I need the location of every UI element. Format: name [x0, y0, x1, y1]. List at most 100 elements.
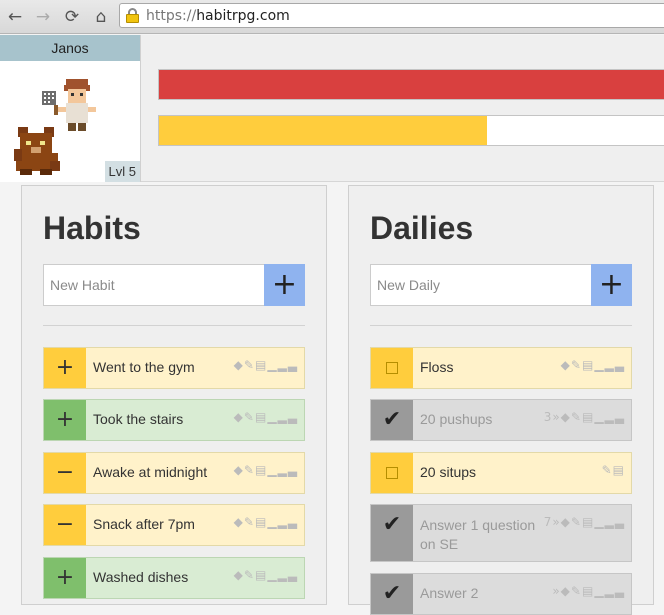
- task-actions: ◆✎▤▁▂▃: [234, 463, 298, 477]
- habit-label: Took the stairs: [93, 411, 184, 427]
- tag-icon[interactable]: ◆: [234, 410, 244, 424]
- task-actions: ✎▤: [602, 463, 625, 477]
- pencil-icon[interactable]: ✎: [244, 410, 255, 424]
- trash-icon[interactable]: ▤: [613, 463, 625, 477]
- url-text: https://habitrpg.com: [146, 8, 290, 24]
- habits-column: Habits + +Went to the gym◆✎▤▁▂▃+Took the…: [21, 185, 327, 605]
- bar-chart-icon[interactable]: ▁▂▃: [267, 515, 298, 529]
- daily-row[interactable]: 20 situps ✎▤: [370, 452, 632, 494]
- trash-icon[interactable]: ▤: [255, 515, 267, 529]
- tag-icon[interactable]: ◆: [234, 515, 244, 529]
- bar-chart-icon[interactable]: ▁▂▃: [267, 568, 298, 582]
- tag-icon[interactable]: ◆: [234, 568, 244, 582]
- avatar: [14, 79, 96, 175]
- username: Janos: [0, 35, 140, 61]
- bar-chart-icon[interactable]: ▁▂▃: [594, 410, 625, 424]
- habit-label: Awake at midnight: [93, 464, 208, 480]
- habit-up-button[interactable]: +: [44, 400, 86, 440]
- health-bar: [158, 69, 664, 100]
- pencil-icon[interactable]: ✎: [244, 463, 255, 477]
- bar-chart-icon[interactable]: ▁▂▃: [594, 515, 625, 529]
- add-daily-button[interactable]: +: [591, 264, 632, 306]
- net-icon: [42, 91, 58, 115]
- divider: [43, 325, 305, 326]
- daily-checked-box[interactable]: ✔: [371, 400, 413, 440]
- pencil-icon[interactable]: ✎: [244, 515, 255, 529]
- bar-chart-icon[interactable]: ▁▂▃: [267, 358, 298, 372]
- habit-row[interactable]: − Snack after 7pm ◆✎▤▁▂▃: [43, 504, 305, 546]
- trash-icon[interactable]: ▤: [255, 463, 267, 477]
- home-icon[interactable]: ⌂: [91, 7, 111, 27]
- back-arrow-icon[interactable]: ←: [5, 7, 25, 27]
- trash-icon[interactable]: ▤: [582, 584, 594, 598]
- fast-forward-icon[interactable]: »: [552, 410, 560, 424]
- daily-checkbox[interactable]: [371, 453, 413, 493]
- habit-row[interactable]: + Took the stairs ◆✎▤▁▂▃: [43, 399, 305, 441]
- habit-down-button[interactable]: −: [44, 505, 86, 545]
- pencil-icon[interactable]: ✎: [571, 584, 582, 598]
- bar-chart-icon[interactable]: ▁▂▃: [594, 358, 625, 372]
- trash-icon[interactable]: ▤: [255, 568, 267, 582]
- tag-icon[interactable]: ◆: [234, 358, 244, 372]
- daily-row[interactable]: ✔ Answer 1 question on SE 7»◆✎▤▁▂▃: [370, 504, 632, 562]
- bar-chart-icon[interactable]: ▁▂▃: [594, 584, 625, 598]
- tag-icon[interactable]: ◆: [234, 463, 244, 477]
- reload-icon[interactable]: ⟳: [62, 7, 82, 27]
- daily-row[interactable]: ✔ 20 pushups 3»◆✎▤▁▂▃: [370, 399, 632, 441]
- checkbox-icon: [386, 467, 398, 479]
- trash-icon[interactable]: ▤: [582, 515, 594, 529]
- dailies-title: Dailies: [370, 210, 474, 246]
- new-daily-row: +: [370, 264, 632, 306]
- trash-icon[interactable]: ▤: [255, 410, 267, 424]
- bar-chart-icon[interactable]: ▁▂▃: [267, 410, 298, 424]
- address-bar[interactable]: https://habitrpg.com: [119, 3, 664, 28]
- experience-bar: [158, 115, 664, 146]
- add-habit-button[interactable]: +: [264, 264, 305, 306]
- daily-row[interactable]: ✔ Answer 2 »◆✎▤▁▂▃: [370, 573, 632, 615]
- pencil-icon[interactable]: ✎: [571, 515, 582, 529]
- tag-icon[interactable]: ◆: [561, 584, 571, 598]
- forward-arrow-icon[interactable]: →: [33, 7, 53, 27]
- avatar-panel[interactable]: Janos Lvl 5: [0, 35, 141, 182]
- trash-icon[interactable]: ▤: [582, 358, 594, 372]
- habit-up-button[interactable]: +: [44, 348, 86, 388]
- task-actions: ◆✎▤▁▂▃: [561, 358, 625, 372]
- daily-label: Floss: [420, 359, 454, 375]
- daily-row[interactable]: Floss ◆✎▤▁▂▃: [370, 347, 632, 389]
- user-header: Janos Lvl 5: [0, 35, 664, 182]
- experience-bar-fill: [159, 116, 487, 145]
- habit-down-button[interactable]: −: [44, 453, 86, 493]
- bar-chart-icon[interactable]: ▁▂▃: [267, 463, 298, 477]
- habits-title: Habits: [43, 210, 141, 246]
- pencil-icon[interactable]: ✎: [602, 463, 613, 477]
- fast-forward-icon[interactable]: »: [552, 515, 560, 529]
- new-habit-row: +: [43, 264, 305, 306]
- daily-checkbox[interactable]: [371, 348, 413, 388]
- daily-label: 20 situps: [420, 464, 477, 480]
- habit-row[interactable]: − Awake at midnight ◆✎▤▁▂▃: [43, 452, 305, 494]
- divider: [370, 325, 632, 326]
- trash-icon[interactable]: ▤: [255, 358, 267, 372]
- habit-row[interactable]: + Went to the gym ◆✎▤▁▂▃: [43, 347, 305, 389]
- task-actions: »◆✎▤▁▂▃: [552, 584, 625, 598]
- task-actions: ◆✎▤▁▂▃: [234, 515, 298, 529]
- task-actions: ◆✎▤▁▂▃: [234, 410, 298, 424]
- trash-icon[interactable]: ▤: [582, 410, 594, 424]
- daily-label: 20 pushups: [420, 411, 493, 427]
- pencil-icon[interactable]: ✎: [571, 358, 582, 372]
- tag-icon[interactable]: ◆: [561, 410, 571, 424]
- new-daily-input[interactable]: [370, 264, 592, 306]
- task-actions: ◆✎▤▁▂▃: [234, 568, 298, 582]
- tag-icon[interactable]: ◆: [561, 358, 571, 372]
- daily-label: Answer 2: [420, 585, 479, 601]
- tag-icon[interactable]: ◆: [561, 515, 571, 529]
- daily-checked-box[interactable]: ✔: [371, 574, 413, 614]
- habit-up-button[interactable]: +: [44, 558, 86, 598]
- new-habit-input[interactable]: [43, 264, 265, 306]
- pencil-icon[interactable]: ✎: [244, 358, 255, 372]
- daily-checked-box[interactable]: ✔: [371, 505, 413, 561]
- level-badge: Lvl 5: [104, 161, 140, 182]
- pencil-icon[interactable]: ✎: [244, 568, 255, 582]
- fast-forward-icon[interactable]: »: [552, 584, 560, 598]
- pencil-icon[interactable]: ✎: [571, 410, 582, 424]
